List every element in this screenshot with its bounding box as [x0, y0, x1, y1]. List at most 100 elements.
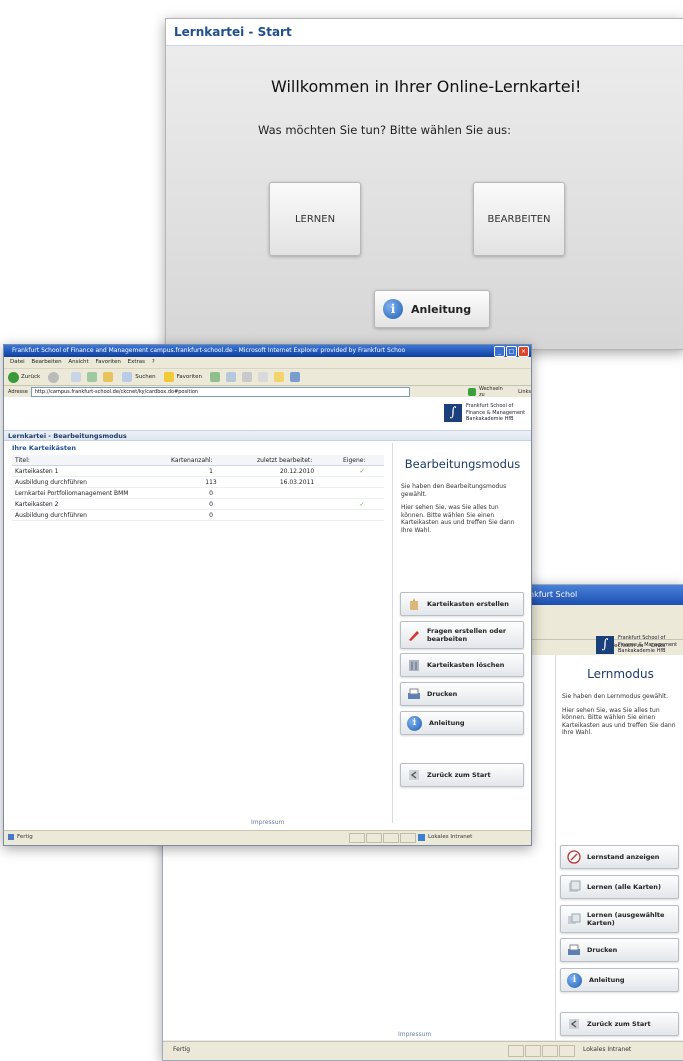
row-titel: Ausbildung durchführen	[12, 476, 168, 488]
minimize-icon[interactable]: _	[494, 346, 505, 357]
table-row[interactable]: Karteikasten 2 0 ✓	[12, 498, 384, 510]
info-icon: i	[567, 972, 582, 988]
edit-toolbar: Zurück Suchen Favoriten	[4, 368, 531, 386]
favorites-star-icon[interactable]	[163, 372, 174, 382]
lernen-ausgewaehlt-label: Lernen (ausgewählte Karten)	[587, 911, 665, 927]
impressum-link-lern[interactable]: Impressum	[398, 1031, 431, 1038]
zone-text-lern: Lokales Intranet	[583, 1046, 632, 1053]
address-label: Adresse	[8, 389, 28, 395]
edit-window-titlebar: Frankfurt School of Finance and Manageme…	[4, 345, 531, 357]
row-datum	[254, 498, 340, 510]
history-icon[interactable]	[210, 372, 221, 382]
refresh-icon[interactable]	[87, 372, 98, 382]
forward-arrow-icon[interactable]	[48, 371, 60, 383]
search-icon[interactable]	[122, 372, 133, 382]
row-eigene	[340, 487, 384, 499]
row-titel: Lernkartei Portfoliomanagement BMM	[12, 487, 168, 499]
row-anzahl: 113	[168, 476, 254, 488]
back-icon	[409, 770, 419, 780]
messenger-icon[interactable]	[290, 372, 301, 382]
col-eigene[interactable]: Eigene:	[340, 455, 384, 466]
anleitung-button-edit[interactable]: i Anleitung	[400, 711, 524, 735]
row-datum	[254, 487, 340, 499]
gauge-icon	[567, 850, 581, 864]
col-kartenanzahl[interactable]: Kartenanzahl:	[168, 455, 254, 466]
back-arrow-icon[interactable]	[8, 371, 19, 383]
cards-icon	[569, 880, 581, 892]
start-window-title: Lernkartei - Start	[166, 19, 683, 46]
maximize-icon[interactable]: □	[506, 346, 517, 357]
row-anzahl: 0	[168, 498, 254, 510]
ie-page-icon	[8, 834, 14, 840]
karteikasten-erstellen-button[interactable]: Karteikasten erstellen	[400, 592, 524, 616]
zone-text: Lokales Intranet	[428, 834, 473, 840]
anleitung-button[interactable]: i Anleitung	[374, 290, 490, 328]
bearbeitungsmodus-text-2: Hier sehen Sie, was Sie alles tun können…	[401, 504, 515, 534]
edit-menubar[interactable]: Datei Bearbeiten Ansicht Favoriten Extra…	[4, 357, 531, 368]
folder-icon[interactable]	[274, 372, 285, 382]
table-row[interactable]: Ausbildung durchführen 113 16.03.2011	[12, 476, 384, 488]
stop-icon[interactable]	[71, 372, 82, 382]
edit-icon[interactable]	[258, 372, 269, 382]
back-icon	[569, 1019, 579, 1029]
row-eigene	[340, 476, 384, 488]
row-anzahl: 0	[168, 509, 254, 521]
fragen-erstellen-button[interactable]: Fragen erstellen oder bearbeiten	[400, 621, 524, 649]
lernen-alle-button[interactable]: Lernen (alle Karten)	[560, 875, 679, 899]
drucken-button[interactable]: Drucken	[400, 682, 524, 706]
lernen-ausgewaehlt-button[interactable]: Lernen (ausgewählte Karten)	[560, 905, 679, 933]
drucken-button-lern[interactable]: Drucken	[560, 938, 679, 962]
row-titel: Karteikasten 2	[12, 498, 168, 510]
col-zuletzt[interactable]: zuletzt bearbeitet:	[254, 455, 340, 466]
row-titel: Karteikasten 1	[12, 465, 168, 477]
back-label[interactable]: Zurück	[21, 374, 40, 380]
lernmodus-text-1: Sie haben den Lernmodus gewählt.	[562, 693, 669, 700]
pencil-icon	[409, 631, 419, 641]
zurueck-zum-start-button[interactable]: Zurück zum Start	[400, 763, 524, 787]
fragen-erstellen-label: Fragen erstellen oder bearbeiten	[427, 627, 507, 643]
table-row[interactable]: Karteikasten 1 1 20.12.2010 ✓	[12, 465, 384, 477]
karteikasten-loeschen-button[interactable]: Karteikasten löschen	[400, 653, 524, 677]
info-icon: i	[407, 715, 422, 731]
bearbeitungsmodus-text-1: Sie haben den Bearbeitungsmodus gewählt.	[401, 483, 507, 498]
links-label-edit[interactable]: Links	[518, 389, 531, 395]
lernen-button[interactable]: LERNEN	[269, 182, 361, 256]
address-input[interactable]: http://campus.frankfurt-school.de/ckcnet…	[30, 387, 410, 397]
row-titel: Ausbildung durchführen	[12, 509, 168, 521]
karteikasten-loeschen-label: Karteikasten löschen	[427, 661, 505, 669]
anleitung-label-lern: Anleitung	[589, 976, 625, 984]
table-row[interactable]: Lernkartei Portfoliomanagement BMM 0	[12, 487, 384, 499]
lernen-alle-label: Lernen (alle Karten)	[587, 883, 661, 891]
zurueck-label-lern: Zurück zum Start	[587, 1020, 651, 1028]
impressum-link[interactable]: Impressum	[251, 819, 284, 826]
welcome-heading: Willkommen in Ihrer Online-Lernkartei!	[271, 77, 582, 96]
print-toolbar-icon[interactable]	[242, 372, 253, 382]
frankfurt-school-logo: ∫ Frankfurt School of Finance & Manageme…	[444, 403, 525, 423]
search-label[interactable]: Suchen	[135, 374, 155, 380]
lern-statusbar: Fertig Lokales Intranet	[163, 1041, 683, 1060]
anleitung-label: Anleitung	[411, 302, 472, 316]
anleitung-button-lern[interactable]: i Anleitung	[560, 968, 679, 992]
lern-window-title: nkfurt Schol	[529, 590, 578, 599]
close-icon[interactable]: ×	[518, 346, 529, 357]
col-titel[interactable]: Titel:	[12, 455, 168, 466]
go-icon[interactable]	[467, 388, 476, 396]
info-icon: i	[383, 299, 403, 319]
home-icon[interactable]	[103, 372, 114, 382]
favorites-label[interactable]: Favoriten	[177, 374, 202, 380]
check-icon: ✓	[340, 498, 384, 510]
row-eigene	[340, 509, 384, 521]
bearbeiten-button[interactable]: BEARBEITEN	[473, 182, 565, 256]
table-row[interactable]: Ausbildung durchführen 0	[12, 509, 384, 521]
choice-prompt: Was möchten Sie tun? Bitte wählen Sie au…	[258, 123, 511, 137]
lernmodus-text-2: Hier sehen Sie, was Sie alles tun können…	[562, 706, 676, 737]
lernstand-anzeigen-button[interactable]: Lernstand anzeigen	[560, 845, 679, 869]
new-box-icon	[410, 598, 418, 610]
page-title: Lernkartei - Bearbeitungsmodus	[4, 430, 531, 441]
mail-icon[interactable]	[226, 372, 237, 382]
edit-statusbar: Fertig Lokales Intranet	[4, 830, 531, 845]
fs-logo-icon: ∫	[596, 635, 614, 654]
zurueck-zum-start-button-lern[interactable]: Zurück zum Start	[560, 1012, 679, 1036]
selected-cards-icon	[568, 913, 581, 924]
logo-line-3: Bankakademie HfB	[466, 416, 514, 422]
